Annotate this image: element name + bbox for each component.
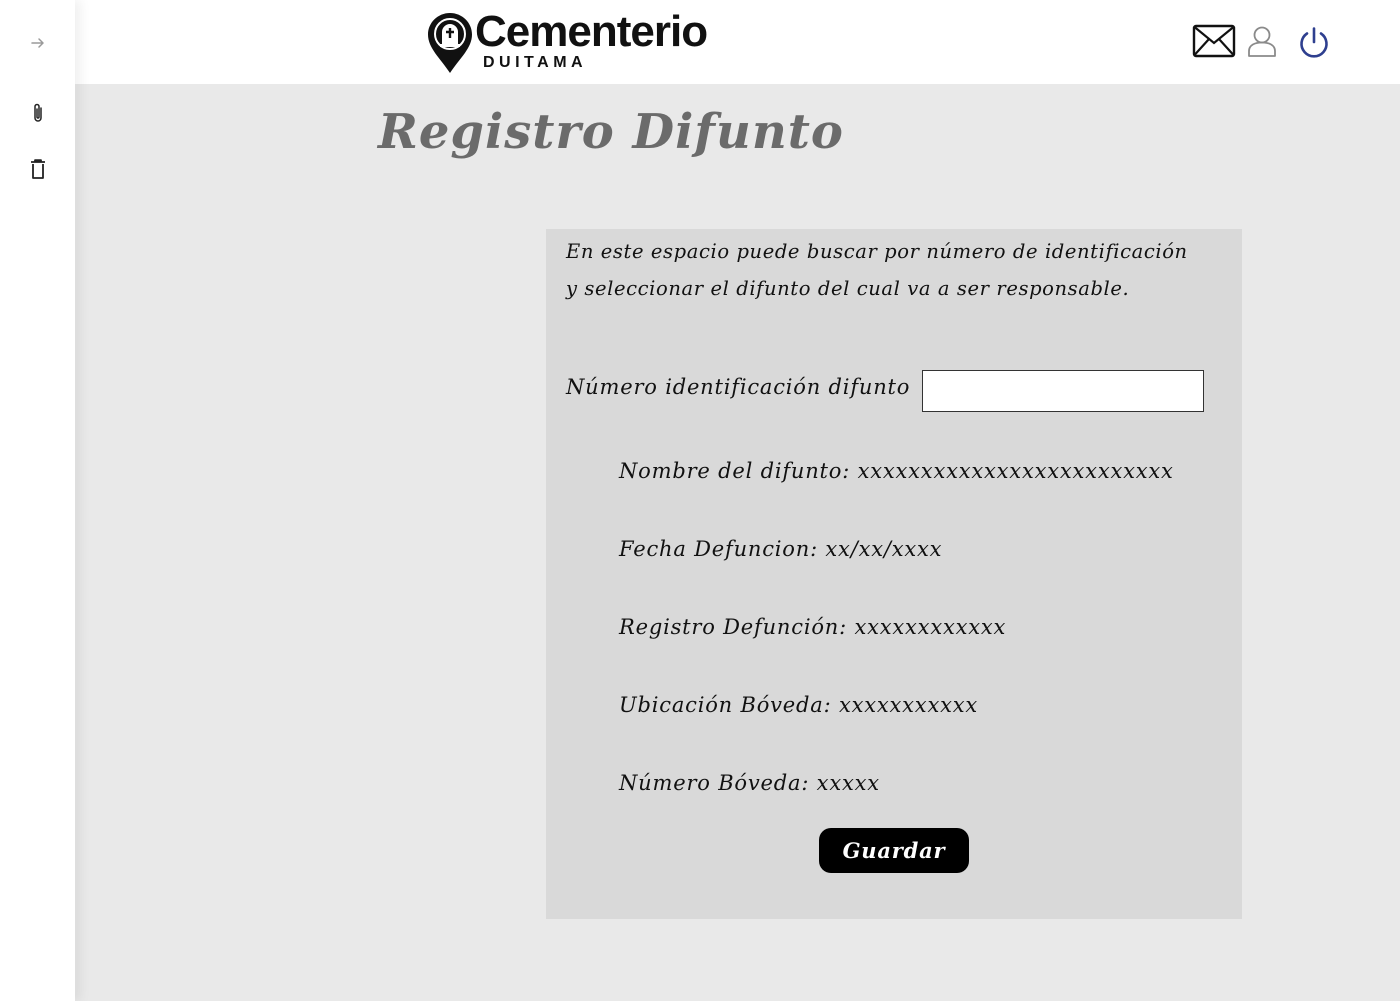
id-number-label: Número identificación difunto: [566, 375, 911, 399]
arrow-right-icon[interactable]: [25, 30, 51, 56]
paperclip-icon[interactable]: [25, 100, 51, 126]
id-number-input[interactable]: [922, 370, 1204, 412]
death-date-value: Fecha Defuncion: xx/xx/xxxx: [619, 537, 943, 561]
user-icon[interactable]: [1246, 24, 1278, 58]
trash-icon[interactable]: [25, 156, 51, 182]
search-deceased-panel: En este espacio puede buscar por número …: [546, 229, 1242, 919]
location-pin-icon: [428, 13, 472, 73]
vault-location-value: Ubicación Bóveda: xxxxxxxxxxx: [619, 693, 979, 717]
sidebar: [0, 0, 75, 1001]
instructions-line-2: y seleccionar el difunto del cual va a s…: [566, 277, 1130, 300]
deceased-name-value: Nombre del difunto: xxxxxxxxxxxxxxxxxxxx…: [619, 459, 1174, 483]
death-record-value: Registro Defunción: xxxxxxxxxxxx: [619, 615, 1007, 639]
power-icon[interactable]: [1297, 26, 1331, 60]
cementerio-logo[interactable]: Cementerio DUITAMA: [427, 7, 750, 76]
instructions-line-1: En este espacio puede buscar por número …: [566, 240, 1188, 263]
top-header: Cementerio DUITAMA: [75, 0, 1400, 84]
save-button[interactable]: Guardar: [819, 828, 969, 873]
instructions-text: En este espacio puede buscar por número …: [566, 233, 1236, 307]
logo-subtitle: DUITAMA: [483, 54, 588, 71]
mail-icon[interactable]: [1192, 24, 1236, 58]
vault-number-value: Número Bóveda: xxxxx: [619, 771, 880, 795]
page-title: Registro Difunto: [378, 104, 844, 160]
logo-title: Cementerio: [475, 7, 708, 56]
